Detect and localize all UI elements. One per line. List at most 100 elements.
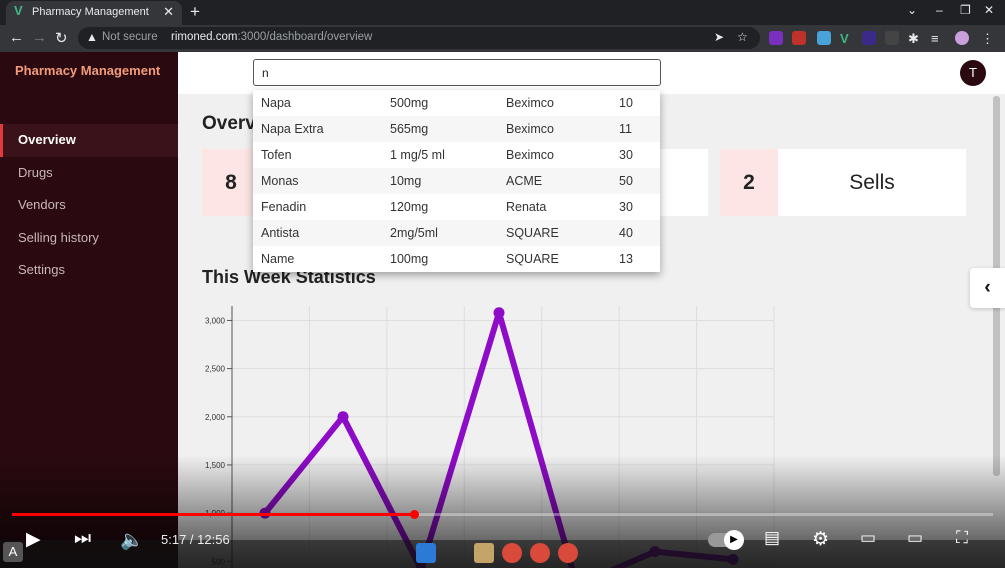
result-dosage: 120mg [390, 200, 429, 214]
reading-list-icon[interactable]: ≡ [931, 31, 945, 46]
result-vendor: SQUARE [506, 226, 559, 240]
y-tick-label: 2,500 [205, 365, 226, 374]
warning-icon: ▲ [86, 30, 98, 44]
url-text: rimoned.com:3000/dashboard/overview [171, 31, 372, 43]
new-tab-button[interactable]: + [190, 2, 200, 22]
result-drug-name: Napa [261, 96, 291, 110]
avatar[interactable]: T [960, 60, 986, 86]
extension-icon[interactable] [769, 31, 783, 45]
browser-toolbar: ← → ↻ ▲ Not secure rimoned.com:3000/dash… [0, 25, 1005, 52]
miniplayer-icon[interactable]: ▭ [860, 528, 876, 548]
sidebar-item-vendors[interactable]: Vendors [0, 189, 178, 222]
search-result-row[interactable]: Antista 2mg/5ml SQUARE 40 [253, 220, 660, 246]
y-tick-label: 1,500 [205, 461, 226, 470]
search-input[interactable]: n [253, 59, 661, 86]
sidebar-item-settings[interactable]: Settings [0, 254, 178, 287]
result-dosage: 2mg/5ml [390, 226, 438, 240]
address-bar[interactable]: ▲ Not secure rimoned.com:3000/dashboard/… [78, 27, 760, 49]
extension-icon[interactable] [792, 31, 806, 45]
result-vendor: ACME [506, 174, 543, 188]
close-window-icon[interactable]: ✕ [984, 3, 994, 17]
result-dosage: 10mg [390, 174, 422, 188]
result-quantity: 10 [619, 96, 633, 110]
fullscreen-icon[interactable]: ⛶ [956, 528, 968, 548]
bookmark-star-icon[interactable]: ☆ [737, 30, 748, 44]
vscode-icon[interactable] [416, 543, 436, 563]
settings-gear-icon[interactable]: ⚙ [812, 528, 829, 551]
result-quantity: 30 [619, 148, 633, 162]
screen: V Pharmacy Management ✕ + ⌄ – ❐ ✕ ← → ↻ … [0, 0, 1005, 568]
tab-search-icon[interactable]: ⌄ [907, 3, 917, 17]
send-icon[interactable]: ➤ [714, 30, 724, 44]
sidebar-item-selling-history[interactable]: Selling history [0, 222, 178, 255]
video-progress-bar[interactable] [12, 510, 993, 519]
extension-icon[interactable] [817, 31, 831, 45]
result-vendor: Beximco [506, 148, 554, 162]
vue-icon: V [14, 3, 23, 18]
result-quantity: 11 [619, 122, 632, 136]
puzzle-icon[interactable]: ✱ [908, 31, 922, 46]
statistics-line-chart: 3,0002,5002,0001,5001,000500 [205, 306, 775, 568]
next-icon[interactable]: ⏭ [74, 528, 91, 550]
result-quantity: 40 [619, 226, 633, 240]
vue-devtools-icon[interactable]: V [840, 31, 854, 46]
chrome-icon[interactable] [530, 543, 550, 563]
theater-mode-icon[interactable]: ▭ [907, 528, 923, 548]
autoplay-toggle[interactable]: ▶ [708, 530, 744, 550]
search-result-row[interactable]: Name 100mg SQUARE 13 [253, 246, 660, 272]
video-progress-fill [12, 513, 415, 516]
kebab-menu-icon[interactable]: ⋮ [981, 31, 995, 46]
search-result-row[interactable]: Tofen 1 mg/5 ml Beximco 30 [253, 142, 660, 168]
stat-card-partial [658, 149, 708, 216]
minimize-icon[interactable]: – [936, 3, 943, 17]
data-point [337, 411, 349, 423]
profile-avatar-icon[interactable] [955, 31, 969, 45]
y-tick-label: 3,000 [205, 316, 226, 325]
sidebar-item-drugs[interactable]: Drugs [0, 157, 178, 190]
autoplay-play-icon: ▶ [724, 530, 744, 550]
reload-icon[interactable]: ↻ [55, 29, 68, 47]
search-result-row[interactable]: Fenadin 120mg Renata 30 [253, 194, 660, 220]
browser-tab[interactable]: V Pharmacy Management ✕ [6, 1, 182, 25]
search-result-row[interactable]: Monas 10mg ACME 50 [253, 168, 660, 194]
volume-icon[interactable]: 🔈 [120, 528, 144, 552]
stat-number: 8 [202, 149, 260, 216]
search-results-dropdown: Napa 500mg Beximco 10 Napa Extra 565mg Beximco… [253, 90, 660, 272]
chevron-left-icon[interactable]: ‹ [970, 268, 1005, 308]
back-icon[interactable]: ← [9, 29, 24, 46]
chrome-icon[interactable] [502, 543, 522, 563]
brand-title[interactable]: Pharmacy Management [15, 63, 160, 78]
close-tab-icon[interactable]: ✕ [163, 4, 174, 20]
play-icon[interactable]: ▶ [26, 528, 41, 551]
y-tick-label: 2,000 [205, 413, 226, 422]
top-bar: n T [178, 52, 1005, 94]
browser-tabstrip: V Pharmacy Management ✕ + ⌄ – ❐ ✕ [0, 0, 1005, 25]
search-result-row[interactable]: Napa Extra 565mg Beximco 11 [253, 116, 660, 142]
sidebar: Pharmacy Management Overview Drugs Vendo… [0, 52, 178, 568]
url-path: :3000/dashboard/overview [237, 31, 373, 43]
chrome-icon[interactable] [558, 543, 578, 563]
result-quantity: 30 [619, 200, 633, 214]
result-dosage: 565mg [390, 122, 429, 136]
result-quantity: 13 [619, 252, 633, 266]
data-point [493, 307, 505, 319]
result-dosage: 500mg [390, 96, 429, 110]
video-time: 5:17 / 12:56 [161, 532, 230, 547]
extension-icon[interactable] [862, 31, 876, 45]
search-result-row[interactable]: Napa 500mg Beximco 10 [253, 90, 660, 116]
files-icon[interactable] [474, 543, 494, 563]
result-dosage: 100mg [390, 252, 429, 266]
sidebar-item-overview[interactable]: Overview [0, 124, 178, 157]
launcher-icon[interactable]: A [3, 542, 23, 562]
restore-icon[interactable]: ❐ [960, 3, 971, 17]
not-secure-label: Not secure [102, 31, 158, 43]
sidebar-menu: Overview Drugs Vendors Selling history S… [0, 124, 178, 287]
result-drug-name: Name [261, 252, 295, 266]
extension-icon[interactable] [885, 31, 899, 45]
result-quantity: 50 [619, 174, 633, 188]
forward-icon[interactable]: → [32, 29, 47, 46]
result-vendor: Beximco [506, 96, 554, 110]
subtitles-icon[interactable]: ▤ [764, 528, 780, 548]
result-drug-name: Fenadin [261, 200, 307, 214]
stat-number: 2 [720, 149, 778, 216]
